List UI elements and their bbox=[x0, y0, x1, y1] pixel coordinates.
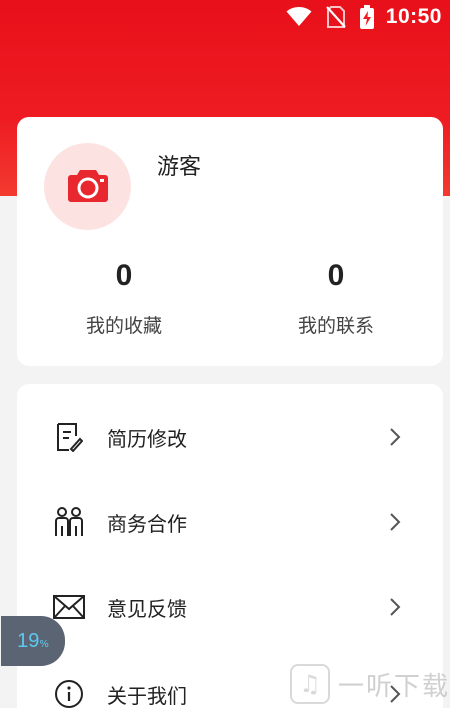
camera-icon bbox=[67, 167, 109, 207]
battery-charging-icon bbox=[359, 5, 374, 29]
progress-value: 19 bbox=[17, 629, 40, 652]
menu-item-feedback[interactable]: 意见反馈 bbox=[17, 577, 443, 637]
resume-edit-icon bbox=[53, 421, 85, 453]
chevron-right-icon bbox=[387, 596, 403, 618]
menu-item-label: 意见反馈 bbox=[107, 596, 187, 621]
wifi-icon bbox=[286, 7, 312, 27]
watermark-logo-icon: ♫ bbox=[290, 664, 330, 704]
menu-item-business[interactable]: 商务合作 bbox=[17, 492, 443, 552]
stat-favorites[interactable]: 0 我的收藏 bbox=[44, 259, 204, 338]
stat-contacts[interactable]: 0 我的联系 bbox=[256, 259, 416, 338]
status-bar: 10:50 bbox=[0, 0, 450, 34]
progress-unit: % bbox=[39, 638, 49, 650]
chevron-right-icon bbox=[387, 426, 403, 448]
mail-icon bbox=[53, 591, 85, 623]
chevron-right-icon bbox=[387, 511, 403, 533]
watermark-text: 一听下载 bbox=[338, 671, 450, 702]
stat-contacts-label: 我的联系 bbox=[297, 315, 374, 337]
menu-item-label: 简历修改 bbox=[107, 426, 187, 451]
stat-contacts-count: 0 bbox=[327, 259, 345, 292]
info-icon bbox=[53, 678, 85, 708]
status-time: 10:50 bbox=[385, 5, 442, 28]
profile-card: 游客 0 我的收藏 0 我的联系 bbox=[17, 117, 443, 366]
menu-item-label: 商务合作 bbox=[107, 511, 187, 536]
menu-item-resume-edit[interactable]: 简历修改 bbox=[17, 407, 443, 467]
no-sim-icon bbox=[325, 6, 346, 28]
menu-item-label: 关于我们 bbox=[107, 683, 187, 708]
watermark: ♫ 一听下载 bbox=[290, 660, 450, 708]
progress-bubble[interactable]: 19 % bbox=[1, 616, 65, 666]
username: 游客 bbox=[157, 155, 202, 180]
avatar[interactable] bbox=[44, 143, 131, 230]
stat-favorites-count: 0 bbox=[115, 259, 133, 292]
stat-favorites-label: 我的收藏 bbox=[85, 315, 162, 337]
people-icon bbox=[53, 506, 85, 538]
